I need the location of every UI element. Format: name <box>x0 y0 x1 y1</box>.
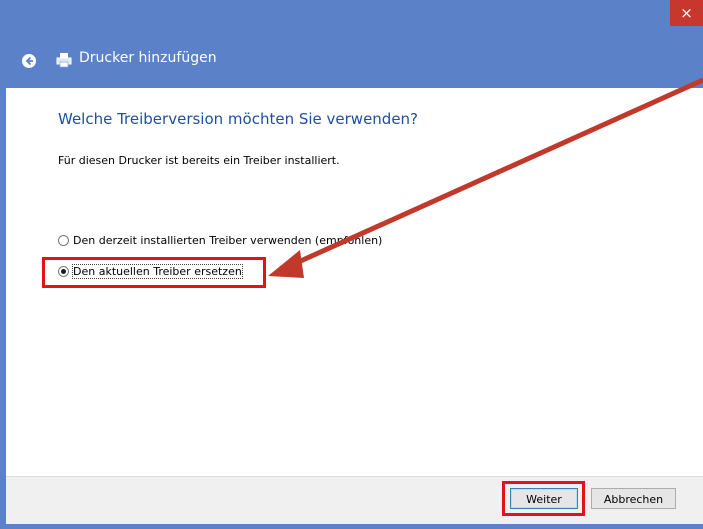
cancel-button-label: Abbrechen <box>603 493 664 506</box>
cancel-button[interactable]: Abbrechen <box>591 488 676 509</box>
annotation-arrow <box>268 77 703 278</box>
highlight-box-next <box>502 481 585 516</box>
